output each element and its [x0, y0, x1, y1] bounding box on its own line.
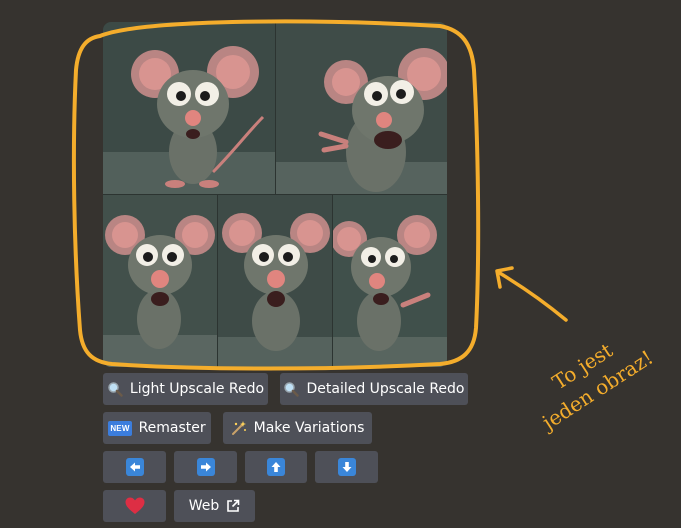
- pan-left-button[interactable]: [103, 451, 166, 483]
- remaster-label: Remaster: [138, 420, 206, 436]
- detailed-upscale-redo-label: Detailed Upscale Redo: [306, 381, 465, 397]
- magnifier-icon: [107, 381, 123, 397]
- detailed-upscale-redo-button[interactable]: Detailed Upscale Redo: [280, 373, 468, 405]
- heart-icon: [125, 497, 145, 515]
- generated-image-grid[interactable]: [103, 22, 447, 367]
- pan-up-button[interactable]: [245, 451, 307, 483]
- rat-image-5: [333, 195, 447, 367]
- new-badge-icon: NEW: [108, 420, 132, 436]
- favorite-button[interactable]: [103, 490, 166, 522]
- rat-image-2: [276, 22, 447, 194]
- arrow-down-icon: [337, 458, 356, 476]
- make-variations-button[interactable]: Make Variations: [223, 412, 372, 444]
- rat-image-1: [103, 22, 275, 194]
- arrow-right-icon: [196, 458, 215, 476]
- light-upscale-redo-button[interactable]: Light Upscale Redo: [103, 373, 268, 405]
- arrow-left-icon: [125, 458, 144, 476]
- external-link-icon: [226, 499, 240, 513]
- light-upscale-redo-label: Light Upscale Redo: [129, 381, 265, 397]
- arrow-up-icon: [267, 458, 285, 476]
- sparkles-icon: [231, 420, 247, 436]
- rat-image-3: [103, 195, 217, 367]
- remaster-button[interactable]: NEW Remaster: [103, 412, 211, 444]
- make-variations-label: Make Variations: [253, 420, 365, 436]
- pan-right-button[interactable]: [174, 451, 237, 483]
- pan-down-button[interactable]: [315, 451, 378, 483]
- web-label: Web: [188, 498, 220, 514]
- rat-image-4: [218, 195, 332, 367]
- annotation-arrow-icon: [495, 266, 568, 322]
- magnifier-icon: [283, 381, 300, 397]
- annotation-label: To jest jeden obraz!: [503, 308, 676, 448]
- web-link-button[interactable]: Web: [174, 490, 255, 522]
